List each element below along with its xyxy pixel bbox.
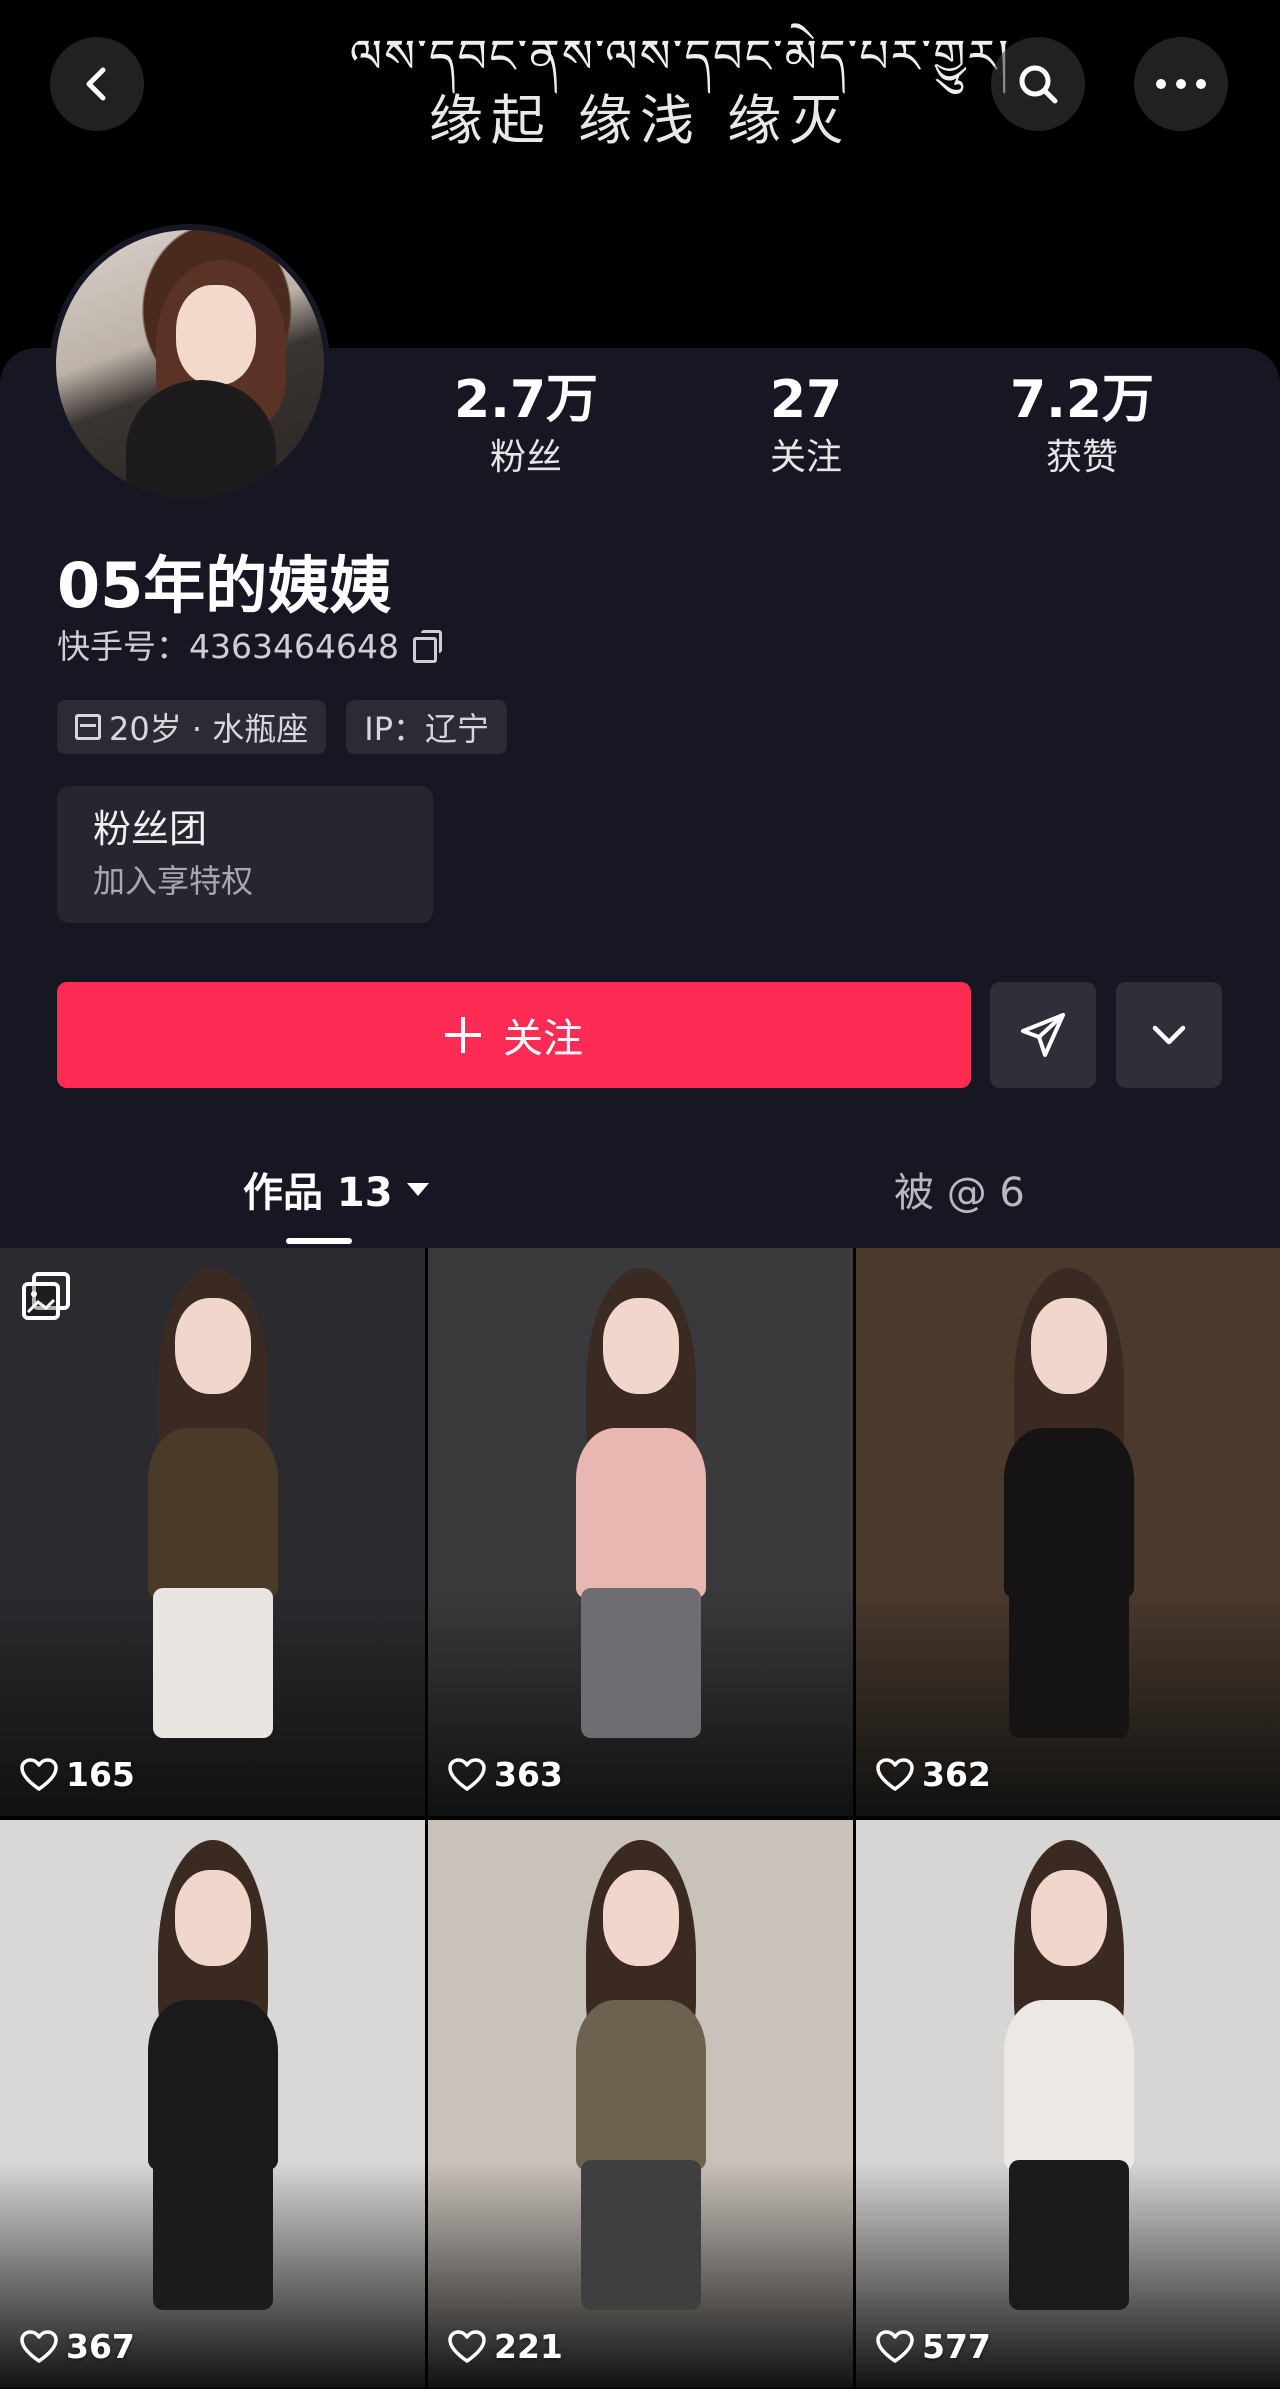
age-tag-text: 20岁 · 水瓶座 (109, 710, 309, 748)
thumbnail-figure (113, 1840, 313, 2388)
fans-club-subtitle: 加入享特权 (93, 862, 254, 900)
thumbnail-figure (969, 1268, 1169, 1816)
tab-works[interactable]: 作品 13 (243, 1160, 429, 1218)
works-grid: 165 363 362 367 221 577 (0, 1248, 1280, 2389)
stat-following[interactable]: 27 关注 (696, 370, 916, 482)
more-button[interactable] (1134, 37, 1228, 131)
thumbnail-figure (541, 1268, 741, 1816)
heart-icon (20, 2329, 58, 2363)
video-thumbnail[interactable]: 165 (0, 1248, 425, 1816)
content-tabs: 作品 13 被 @ 6 (0, 1138, 1280, 1248)
age-tag: 20岁 · 水瓶座 (57, 700, 327, 754)
copy-icon[interactable] (411, 629, 442, 663)
banner-chinese-text: 缘起 缘浅 缘灭 (428, 89, 852, 152)
tab-indicator (286, 1238, 352, 1244)
expand-button[interactable] (1116, 982, 1222, 1088)
back-button[interactable] (50, 37, 144, 131)
profile-name: 05年的姨姨 (57, 549, 392, 622)
ip-tag: IP：辽宁 (346, 700, 507, 754)
like-count: 362 (876, 1755, 991, 1794)
send-icon (1021, 1013, 1065, 1057)
like-count-text: 165 (66, 1755, 135, 1794)
stat-value: 27 (769, 370, 843, 430)
chevron-down-icon (1152, 1025, 1186, 1045)
like-count-text: 367 (66, 2327, 135, 2366)
like-count: 221 (448, 2327, 563, 2366)
tab-works-label: 作品 13 (243, 1170, 393, 1216)
kwai-id-row[interactable]: 快手号：4363464648 (57, 620, 442, 668)
stat-label: 关注 (769, 437, 842, 478)
share-button[interactable] (990, 982, 1096, 1088)
video-thumbnail[interactable]: 577 (856, 1820, 1280, 2388)
calendar-icon (75, 714, 101, 740)
follow-label: 关注 (503, 1016, 583, 1062)
album-icon (22, 1272, 70, 1320)
ip-tag-text: IP：辽宁 (364, 710, 489, 748)
stat-label: 获赞 (1045, 437, 1118, 478)
heart-icon (876, 2329, 914, 2363)
plus-icon (445, 1017, 481, 1053)
video-thumbnail[interactable]: 363 (428, 1248, 853, 1816)
stat-likes[interactable]: 7.2万 获赞 (972, 370, 1192, 482)
stat-value: 7.2万 (1009, 370, 1155, 430)
caret-down-icon (406, 1182, 429, 1196)
thumbnail-figure (541, 1840, 741, 2388)
tab-mentions[interactable]: 被 @ 6 (894, 1160, 1025, 1218)
stat-followers[interactable]: 2.7万 粉丝 (416, 370, 636, 482)
heart-icon (876, 1757, 914, 1791)
more-horizontal-icon (1156, 79, 1206, 89)
stat-value: 2.7万 (453, 370, 599, 430)
fans-club-card[interactable]: 粉丝团 加入享特权 (57, 786, 433, 923)
profile-tags: 20岁 · 水瓶座 IP：辽宁 (57, 700, 507, 754)
kwai-id-text: 快手号：4363464648 (57, 627, 399, 666)
profile-stats: 2.7万 粉丝 27 关注 7.2万 获赞 (0, 370, 1280, 490)
like-count-text: 363 (494, 1755, 563, 1794)
heart-icon (448, 2329, 486, 2363)
like-count: 577 (876, 2327, 991, 2366)
fans-club-title: 粉丝团 (93, 807, 208, 851)
like-count-text: 362 (922, 1755, 991, 1794)
follow-button[interactable]: 关注 (57, 982, 971, 1088)
video-thumbnail[interactable]: 367 (0, 1820, 425, 2388)
search-button[interactable] (991, 37, 1085, 131)
stat-label: 粉丝 (489, 437, 562, 478)
like-count: 367 (20, 2327, 135, 2366)
tab-mentions-label: 被 @ 6 (894, 1170, 1025, 1216)
chevron-left-icon (86, 67, 106, 101)
like-count-text: 577 (922, 2327, 991, 2366)
video-thumbnail[interactable]: 221 (428, 1820, 853, 2388)
like-count-text: 221 (494, 2327, 563, 2366)
video-thumbnail[interactable]: 362 (856, 1248, 1280, 1816)
like-count: 363 (448, 1755, 563, 1794)
heart-icon (448, 1757, 486, 1791)
search-icon (1019, 65, 1058, 104)
heart-icon (20, 1757, 58, 1791)
like-count: 165 (20, 1755, 135, 1794)
thumbnail-figure (113, 1268, 313, 1816)
thumbnail-figure (969, 1840, 1169, 2388)
